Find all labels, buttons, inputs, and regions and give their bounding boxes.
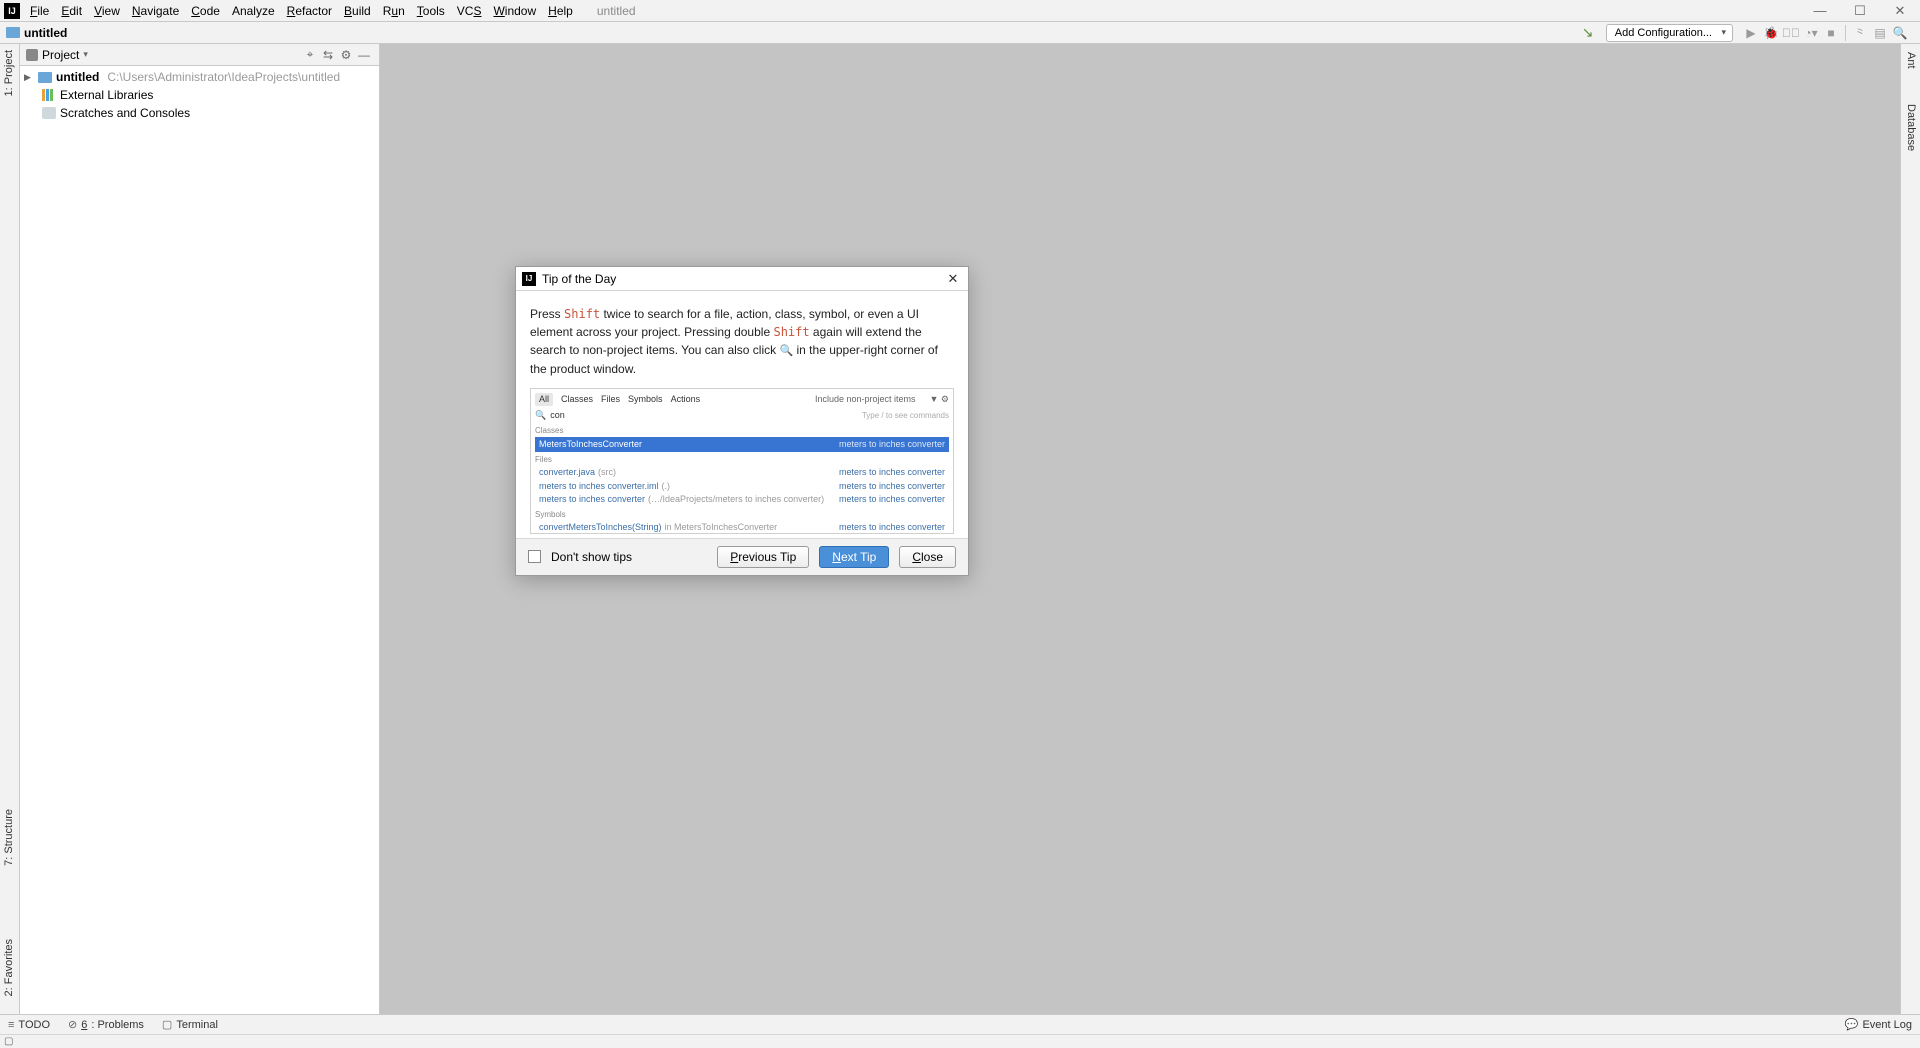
dialog-titlebar: IJ Tip of the Day ✕ — [516, 267, 968, 291]
dialog-close-icon[interactable]: ✕ — [944, 271, 962, 287]
kbd-shift: Shift — [773, 325, 809, 339]
kbd-shift: Shift — [564, 307, 600, 321]
dialog-title: Tip of the Day — [542, 272, 616, 286]
app-icon: IJ — [522, 272, 536, 286]
dialog-footer: Don't show tips Previous Tip Next Tip Cl… — [516, 539, 968, 575]
next-tip-button[interactable]: Next Tip — [819, 546, 889, 568]
dialog-body: Press Shift twice to search for a file, … — [516, 291, 968, 539]
dont-show-tips-checkbox[interactable] — [528, 550, 541, 563]
tip-illustration: All Classes Files Symbols Actions Includ… — [530, 388, 954, 534]
search-icon: 🔍 — [779, 345, 793, 357]
close-button[interactable]: Close — [899, 546, 956, 568]
previous-tip-button[interactable]: Previous Tip — [717, 546, 809, 568]
dont-show-tips-label[interactable]: Don't show tips — [551, 550, 632, 564]
tip-of-the-day-dialog: IJ Tip of the Day ✕ Press Shift twice to… — [515, 266, 969, 576]
